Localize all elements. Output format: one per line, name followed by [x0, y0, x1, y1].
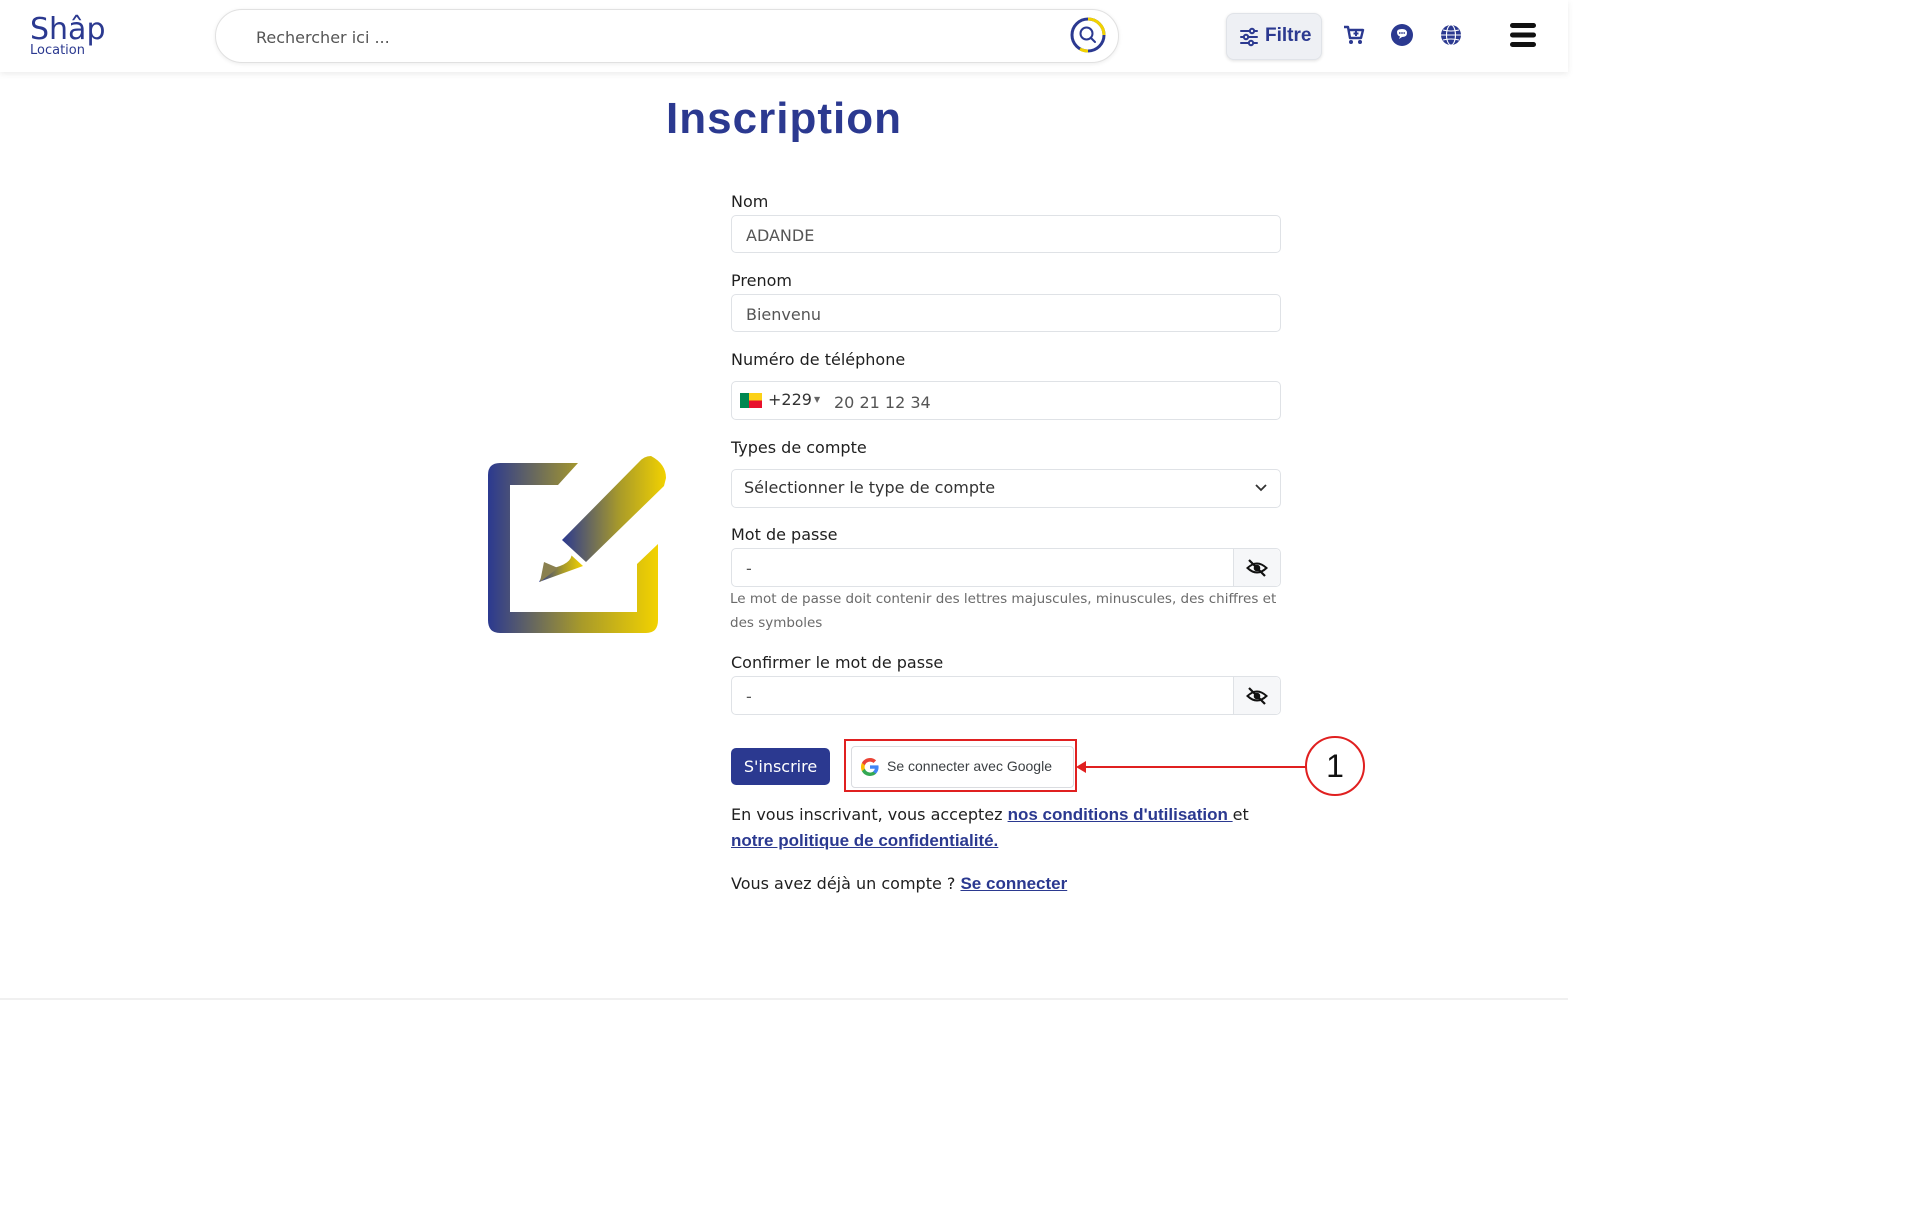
conditions-link[interactable]: nos conditions d'utilisation [1008, 805, 1233, 824]
annotation-number-badge: 1 [1305, 736, 1365, 796]
country-code-selector[interactable]: +229 ▼ [740, 390, 824, 412]
filter-label: Filtre [1265, 25, 1312, 46]
confirm-password-input[interactable] [744, 683, 1228, 709]
login-link[interactable]: Se connecter [960, 874, 1067, 893]
search-bar [215, 9, 1119, 63]
edit-square-icon [488, 456, 666, 633]
page-title: Inscription [666, 94, 902, 143]
logo-sub-text: Location [30, 43, 85, 58]
password-toggle-button[interactable] [1233, 549, 1280, 586]
menu-button[interactable] [1508, 20, 1538, 50]
login-prompt: Vous avez déjà un compte ? Se connecter [731, 874, 1067, 894]
annotation-arrow-head [1076, 761, 1086, 773]
search-icon [1070, 17, 1106, 53]
prenom-field [731, 294, 1281, 332]
cart-icon [1344, 25, 1365, 44]
confirm-password-toggle-button[interactable] [1233, 677, 1280, 714]
filter-button[interactable]: Filtre [1226, 13, 1322, 60]
password-input[interactable] [744, 555, 1228, 581]
phone-input[interactable] [832, 389, 1256, 415]
privacy-policy-link[interactable]: notre politique de confidentialité. [731, 831, 998, 850]
language-button[interactable] [1438, 22, 1464, 48]
password-hint: Le mot de passe doit contenir des lettre… [730, 591, 1277, 631]
benin-flag-icon [740, 393, 762, 408]
nom-input[interactable] [744, 222, 1268, 248]
register-button[interactable]: S'inscrire [731, 748, 830, 785]
footer-divider [0, 998, 1568, 1000]
terms-and: et [1232, 805, 1249, 824]
annotation-arrow-line [1080, 766, 1306, 768]
chat-button[interactable] [1389, 22, 1415, 48]
eye-off-icon [1246, 687, 1268, 705]
annotation-highlight-box [844, 739, 1077, 792]
nom-field [731, 215, 1281, 253]
top-navigation-bar: Shâp Location Filtre [0, 0, 1568, 72]
cart-button[interactable] [1341, 22, 1367, 48]
sliders-icon [1240, 27, 1258, 47]
logo[interactable]: Shâp Location [28, 12, 112, 62]
phone-label: Numéro de téléphone [731, 350, 906, 369]
globe-icon [1441, 24, 1461, 46]
prenom-input[interactable] [744, 301, 1268, 327]
account-type-select[interactable]: Sélectionner le type de compte [731, 469, 1281, 508]
logo-main-text: Shâp [30, 12, 106, 47]
account-type-label: Types de compte [731, 438, 867, 457]
account-type-value: Sélectionner le type de compte [744, 478, 996, 497]
password-field [731, 548, 1281, 587]
hamburger-icon [1510, 23, 1536, 47]
password-label: Mot de passe [731, 525, 838, 544]
terms-prefix: En vous inscrivant, vous acceptez [731, 805, 1008, 824]
search-button[interactable] [1070, 17, 1106, 53]
confirm-password-field [731, 676, 1281, 715]
login-prompt-text: Vous avez déjà un compte ? [731, 874, 961, 893]
prenom-label: Prenom [731, 271, 792, 290]
search-input[interactable] [254, 22, 1038, 52]
country-code: +229 [768, 390, 812, 409]
nom-label: Nom [731, 192, 769, 211]
terms-line-1: En vous inscrivant, vous acceptez nos co… [731, 805, 1249, 825]
caret-down-icon: ▼ [814, 395, 821, 404]
terms-line-2: notre politique de confidentialité. [731, 831, 998, 851]
chevron-down-icon [1255, 484, 1267, 492]
confirm-password-label: Confirmer le mot de passe [731, 653, 944, 672]
eye-off-icon [1246, 559, 1268, 577]
phone-field: +229 ▼ [731, 381, 1281, 420]
chat-icon [1391, 24, 1413, 46]
